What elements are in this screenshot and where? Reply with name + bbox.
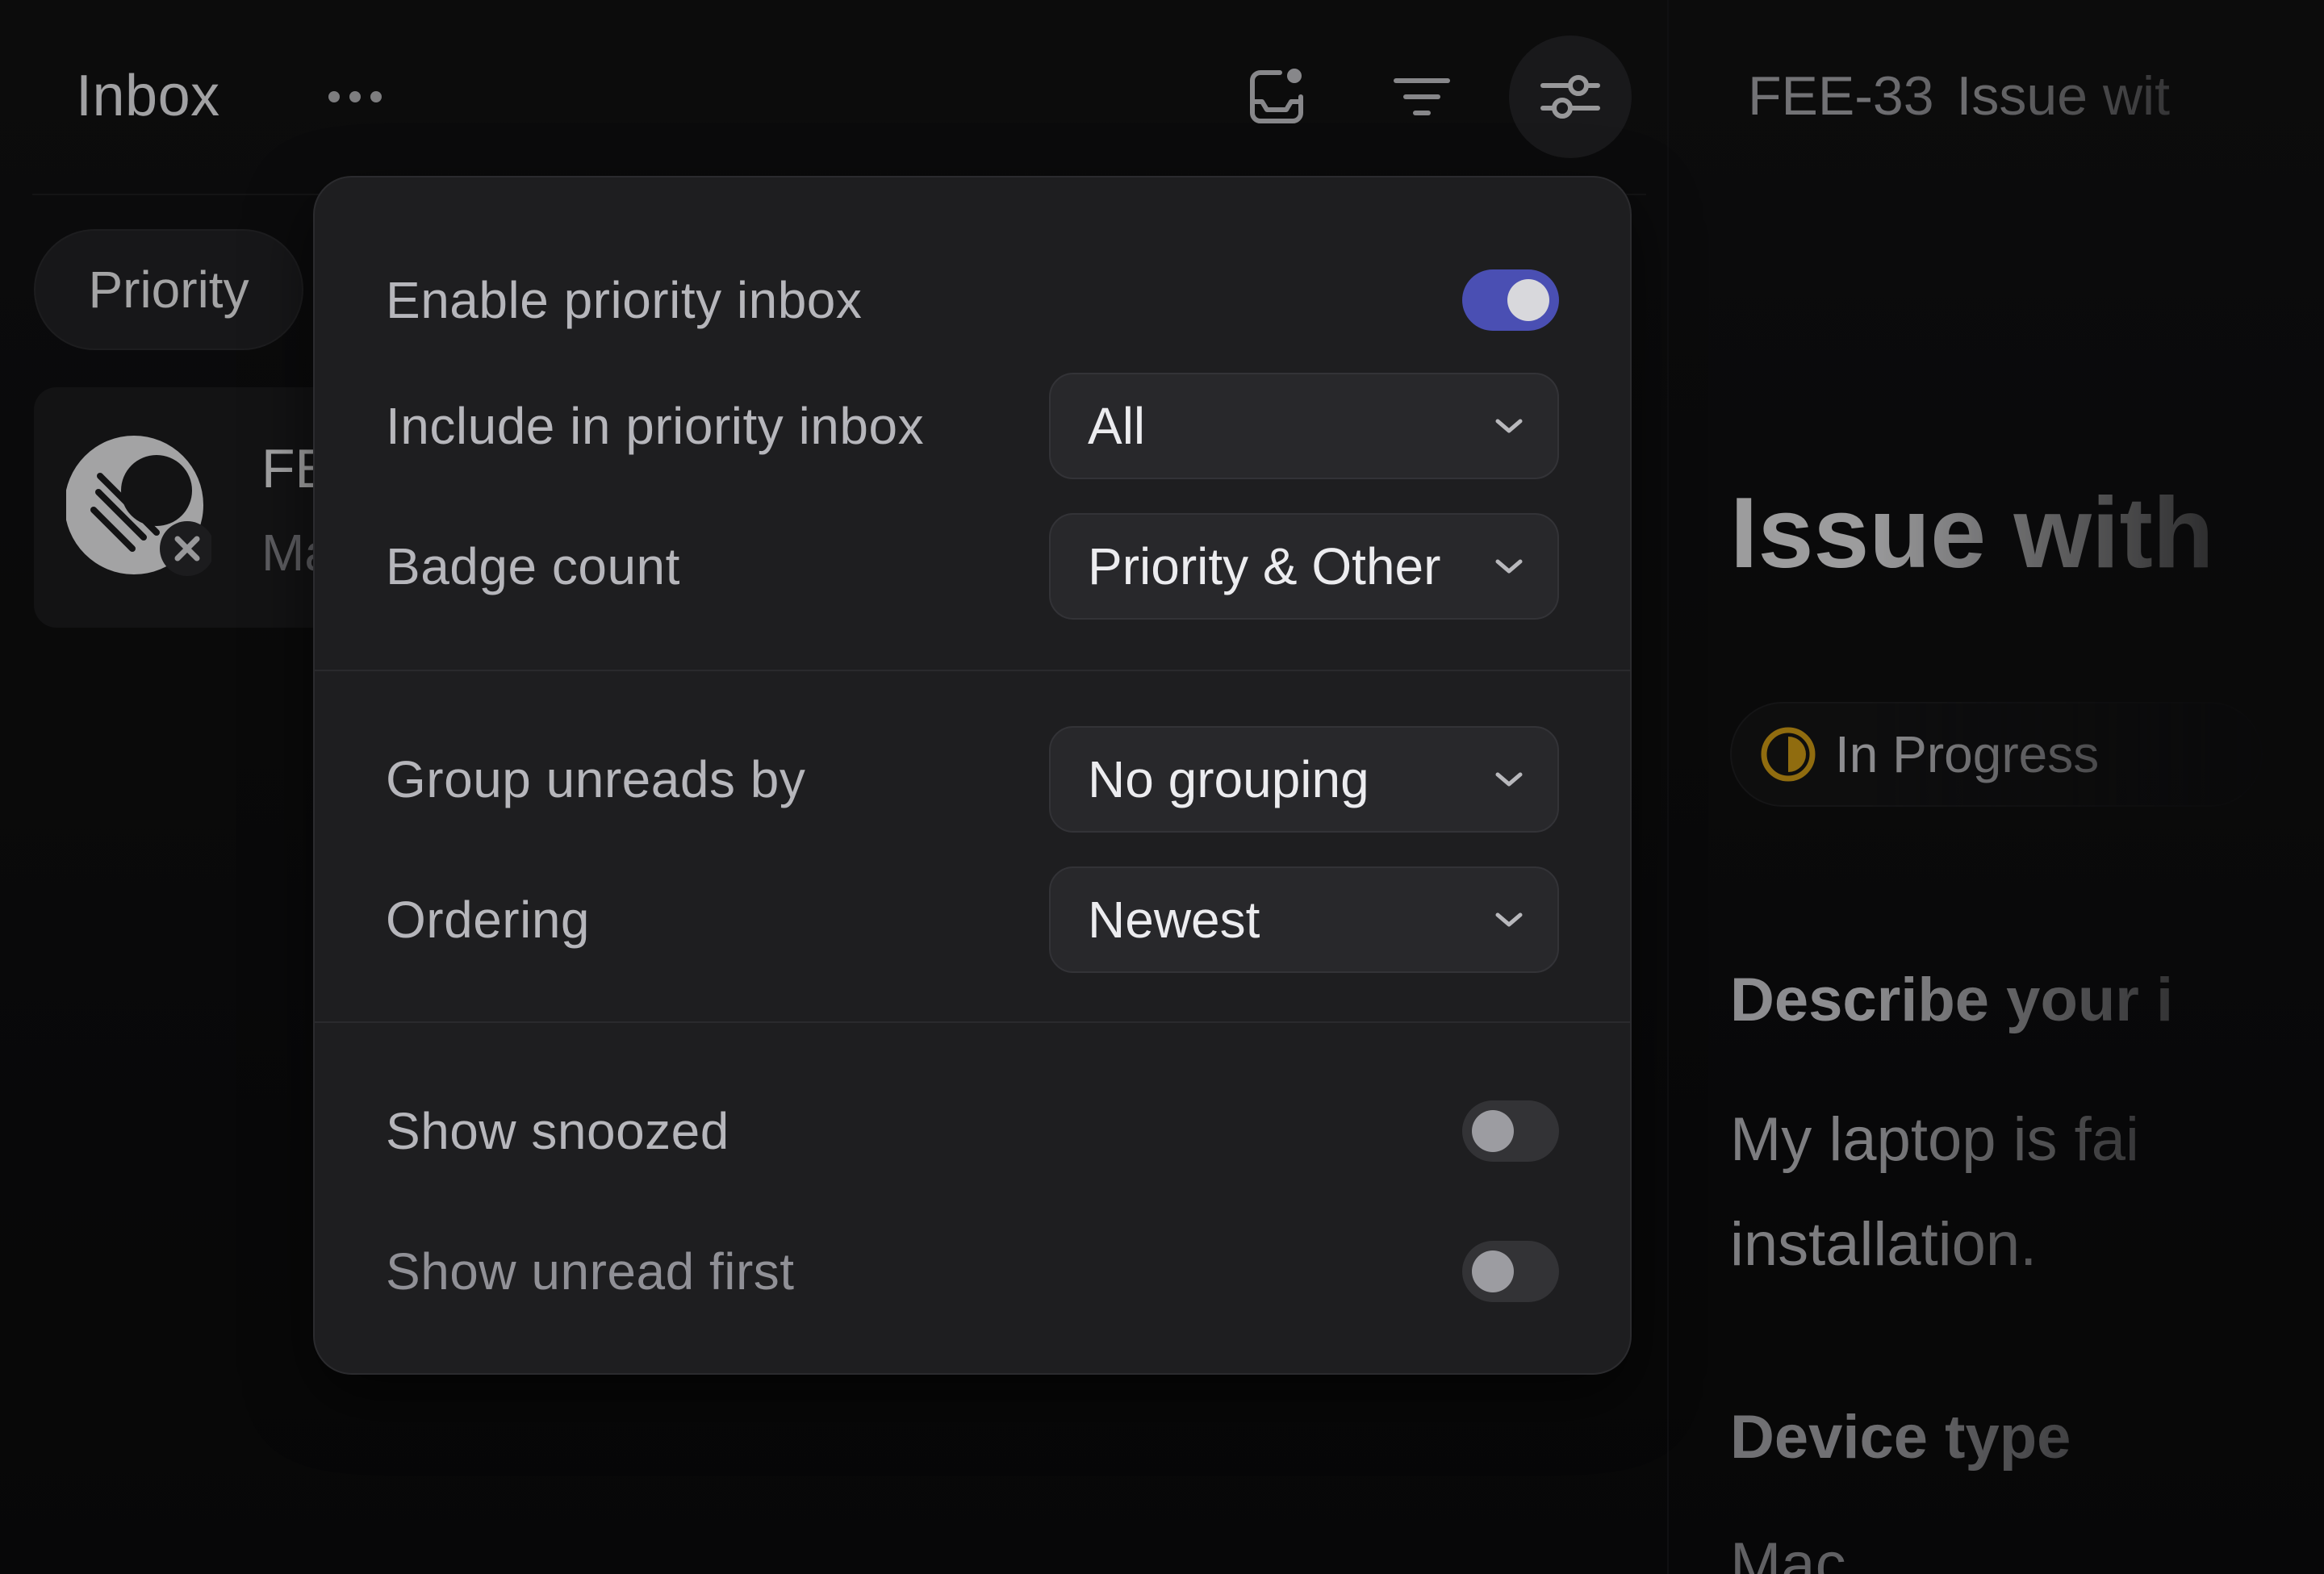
avatar [65, 436, 215, 581]
priority-filter-tab[interactable]: Priority [34, 229, 303, 350]
more-horizontal-icon [328, 91, 382, 102]
show-unread-first-label: Show unread first [386, 1242, 795, 1301]
badge-count-value: Priority & Other [1088, 537, 1441, 595]
status-label: In Progress [1835, 725, 2100, 783]
description-body: My laptop is fai installation. [1730, 1088, 2263, 1297]
include-in-priority-select[interactable]: All [1049, 373, 1559, 479]
show-snoozed-toggle[interactable] [1462, 1100, 1559, 1162]
group-unreads-select[interactable]: No grouping [1049, 726, 1559, 833]
issue-title[interactable]: Issue with [1730, 476, 2263, 591]
device-type-value: Mac [1730, 1530, 1846, 1574]
linear-logo-icon [65, 436, 215, 576]
group-unreads-label: Group unreads by [386, 750, 806, 808]
badge-count-select[interactable]: Priority & Other [1049, 513, 1559, 620]
ordering-value: Newest [1088, 891, 1260, 949]
badge-count-row: Badge count Priority & Other [386, 513, 1559, 620]
chevron-down-icon [1495, 419, 1523, 433]
section-divider [315, 1021, 1630, 1023]
in-progress-icon [1759, 725, 1817, 783]
show-snoozed-row: Show snoozed [386, 1078, 1559, 1184]
filter-icon [1394, 78, 1450, 115]
ordering-select[interactable]: Newest [1049, 866, 1559, 973]
snooze-inbox-button[interactable] [1215, 35, 1338, 158]
sliders-icon [1540, 75, 1600, 119]
description-line: My laptop is fai [1730, 1105, 2139, 1174]
group-unreads-value: No grouping [1088, 750, 1369, 808]
chevron-down-icon [1495, 912, 1523, 927]
issue-detail-panel: FEE-33 Issue wit Issue with In Progress D… [1669, 0, 2324, 1574]
show-unread-first-row: Show unread first [386, 1218, 1559, 1325]
inbox-display-options-popover: Enable priority inbox Include in priorit… [313, 176, 1632, 1375]
enable-priority-inbox-row: Enable priority inbox [386, 247, 1559, 353]
chevron-down-icon [1495, 559, 1523, 574]
ordering-row: Ordering Newest [386, 866, 1559, 973]
toggle-knob [1472, 1250, 1514, 1292]
chevron-down-icon [1495, 772, 1523, 787]
toggle-knob [1507, 279, 1549, 321]
badge-count-label: Badge count [386, 537, 680, 595]
toggle-knob [1472, 1110, 1514, 1152]
include-in-priority-label: Include in priority inbox [386, 397, 925, 455]
status-badge[interactable]: In Progress [1730, 702, 2263, 807]
inbox-header: Inbox [32, 0, 1646, 195]
enable-priority-inbox-toggle[interactable] [1462, 269, 1559, 331]
filter-button[interactable] [1361, 35, 1483, 158]
show-unread-first-toggle[interactable] [1462, 1241, 1559, 1302]
show-snoozed-label: Show snoozed [386, 1102, 729, 1160]
snooze-inbox-icon [1250, 69, 1303, 123]
ordering-label: Ordering [386, 891, 590, 949]
description-line: installation. [1730, 1210, 2038, 1279]
section-divider [315, 670, 1630, 671]
device-type-heading: Device type [1730, 1403, 2071, 1472]
issue-breadcrumb: FEE-33 Issue wit [1748, 65, 2232, 127]
group-unreads-row: Group unreads by No grouping [386, 726, 1559, 833]
display-options-button[interactable] [1509, 35, 1632, 158]
description-heading: Describe your i [1730, 966, 2174, 1034]
issue-title-short: Issue wit [1956, 65, 2171, 127]
page-title: Inbox [76, 64, 220, 128]
issue-id[interactable]: FEE-33 [1748, 65, 1934, 127]
include-in-priority-row: Include in priority inbox All [386, 373, 1559, 479]
enable-priority-inbox-label: Enable priority inbox [386, 271, 863, 329]
more-options-button[interactable] [315, 65, 395, 129]
include-in-priority-value: All [1088, 397, 1146, 455]
app-window: Inbox Priority FE Ma FEE-33 Issue wit Is… [0, 0, 2324, 1574]
